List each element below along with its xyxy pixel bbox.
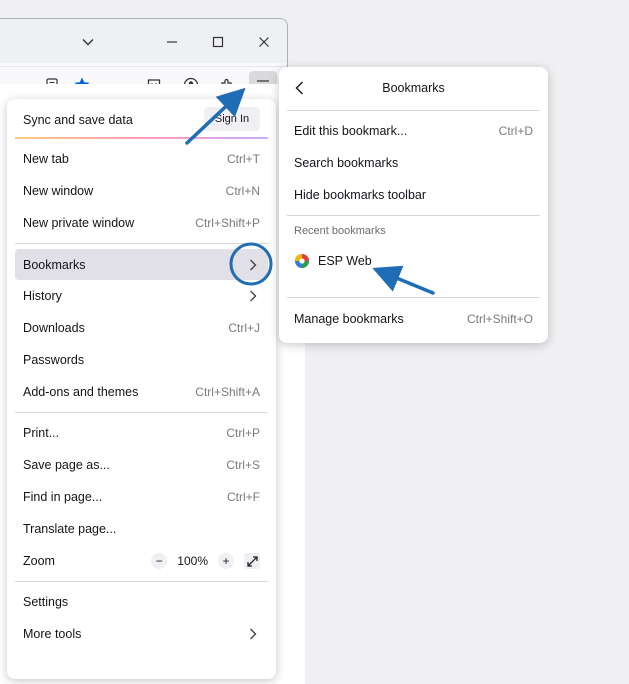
- menu-item-label: Bookmarks: [23, 257, 86, 272]
- menu-item-label: Save page as...: [23, 458, 110, 472]
- menu-item-label: History: [23, 289, 62, 303]
- menu-item-label: Manage bookmarks: [294, 312, 404, 326]
- menu-item-find-in-page[interactable]: Find in page... Ctrl+F: [15, 482, 268, 512]
- close-icon[interactable]: [251, 29, 277, 55]
- tab-list-chevron-icon[interactable]: [75, 29, 101, 55]
- zoom-controls: − 100% +: [151, 553, 260, 569]
- menu-item-save-page[interactable]: Save page as... Ctrl+S: [15, 450, 268, 480]
- menu-separator: [287, 110, 540, 111]
- bookmark-menu-manage[interactable]: Manage bookmarks Ctrl+Shift+O: [287, 304, 540, 334]
- menu-item-settings[interactable]: Settings: [15, 587, 268, 617]
- menu-item-zoom: Zoom − 100% +: [15, 546, 268, 576]
- menu-item-label: Passwords: [23, 353, 85, 367]
- bookmark-menu-search[interactable]: Search bookmarks: [287, 148, 540, 178]
- menu-separator: [287, 297, 540, 298]
- minimize-icon[interactable]: [159, 29, 185, 55]
- menu-item-label: New private window: [23, 216, 135, 230]
- bookmarks-panel-header: Bookmarks: [279, 67, 548, 109]
- chevron-right-icon: [250, 628, 257, 640]
- menu-item-downloads[interactable]: Downloads Ctrl+J: [15, 313, 268, 343]
- bookmark-menu-hide-toolbar[interactable]: Hide bookmarks toolbar: [287, 180, 540, 210]
- menu-item-label: ESP Web: [318, 254, 372, 268]
- zoom-level[interactable]: 100%: [177, 554, 208, 568]
- sync-label: Sync and save data: [23, 113, 133, 127]
- bookmarks-panel: Bookmarks Edit this bookmark... Ctrl+D S…: [279, 67, 548, 343]
- menu-item-shortcut: Ctrl+F: [227, 490, 260, 504]
- menu-item-addons-themes[interactable]: Add-ons and themes Ctrl+Shift+A: [15, 377, 268, 407]
- menu-separator: [15, 412, 268, 413]
- esp-web-favicon-icon: [295, 254, 309, 268]
- menu-item-shortcut: Ctrl+N: [225, 184, 260, 198]
- bookmark-menu-edit[interactable]: Edit this bookmark... Ctrl+D: [287, 116, 540, 146]
- menu-item-history[interactable]: History: [15, 281, 268, 311]
- menu-item-shortcut: Ctrl+J: [228, 321, 260, 335]
- menu-item-label: Print...: [23, 426, 60, 440]
- menu-item-label: Translate page...: [23, 522, 117, 536]
- maximize-icon[interactable]: [205, 29, 231, 55]
- menu-item-label: Find in page...: [23, 490, 103, 504]
- menu-item-more-tools[interactable]: More tools: [15, 619, 268, 649]
- menu-item-translate-page[interactable]: Translate page...: [15, 514, 268, 544]
- menu-item-passwords[interactable]: Passwords: [15, 345, 268, 375]
- menu-item-shortcut: Ctrl+T: [227, 152, 260, 166]
- title-bar: [0, 19, 287, 63]
- menu-separator: [287, 215, 540, 216]
- sign-in-button[interactable]: Sign In: [204, 107, 260, 131]
- menu-item-label: More tools: [23, 627, 82, 641]
- menu-item-label: Zoom: [23, 554, 55, 568]
- menu-item-shortcut: Ctrl+Shift+P: [195, 216, 260, 230]
- menu-separator: [15, 581, 268, 582]
- menu-item-shortcut: Ctrl+D: [498, 124, 533, 138]
- menu-separator: [15, 243, 268, 244]
- menu-item-label: Edit this bookmark...: [294, 124, 408, 138]
- menu-item-print[interactable]: Print... Ctrl+P: [15, 418, 268, 448]
- menu-item-label: Add-ons and themes: [23, 385, 139, 399]
- menu-item-new-tab[interactable]: New tab Ctrl+T: [15, 144, 268, 174]
- zoom-in-button[interactable]: +: [218, 553, 234, 569]
- app-menu: Sync and save data Sign In New tab Ctrl+…: [7, 99, 276, 679]
- menu-item-label: New tab: [23, 152, 69, 166]
- zoom-out-button[interactable]: −: [151, 553, 168, 569]
- menu-item-shortcut: Ctrl+Shift+O: [466, 312, 533, 326]
- bookmarks-panel-title: Bookmarks: [382, 81, 445, 95]
- chevron-right-icon: [250, 259, 257, 270]
- menu-item-label: Hide bookmarks toolbar: [294, 188, 427, 202]
- menu-item-label: Downloads: [23, 321, 85, 335]
- menu-item-label: New window: [23, 184, 94, 198]
- menu-item-shortcut: Ctrl+Shift+A: [195, 385, 260, 399]
- menu-item-shortcut: Ctrl+P: [226, 426, 260, 440]
- menu-item-shortcut: Ctrl+S: [226, 458, 260, 472]
- menu-item-label: Search bookmarks: [294, 156, 399, 170]
- menu-item-new-private-window[interactable]: New private window Ctrl+Shift+P: [15, 208, 268, 238]
- recent-bookmarks-heading: Recent bookmarks: [294, 225, 386, 237]
- fullscreen-icon[interactable]: [244, 553, 260, 569]
- menu-item-label: Settings: [23, 595, 69, 609]
- chevron-right-icon: [250, 290, 257, 302]
- sync-accent-divider: [15, 137, 268, 139]
- menu-item-new-window[interactable]: New window Ctrl+N: [15, 176, 268, 206]
- back-arrow-icon[interactable]: [291, 79, 309, 97]
- recent-bookmark-esp-web[interactable]: ESP Web: [287, 246, 540, 276]
- menu-item-bookmarks[interactable]: Bookmarks: [15, 249, 268, 280]
